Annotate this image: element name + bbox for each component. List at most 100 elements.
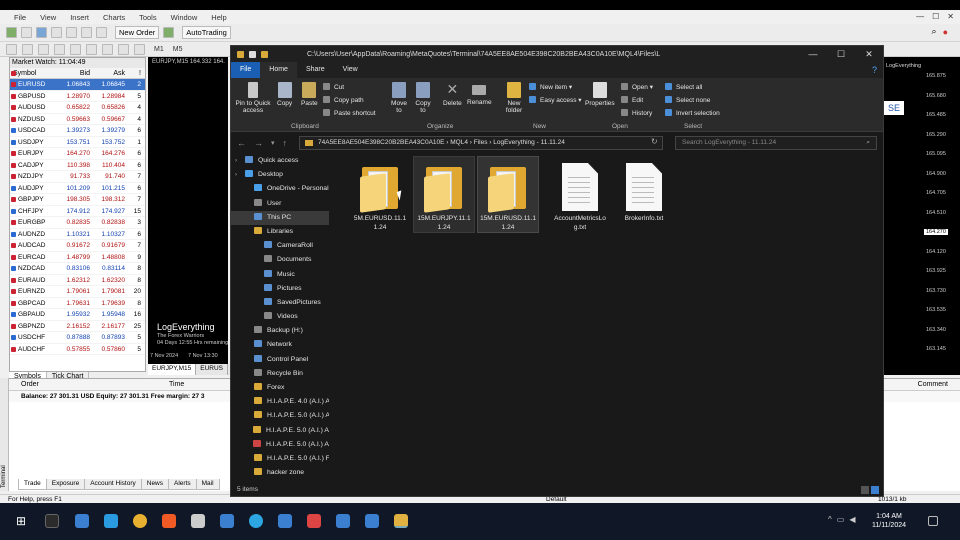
- navigator-icon[interactable]: [66, 27, 77, 38]
- market-watch-row[interactable]: NZDCAD 0.83106 0.83114 8: [10, 263, 145, 275]
- chrome-icon[interactable]: [133, 514, 147, 528]
- paste-button[interactable]: Paste: [301, 82, 318, 107]
- menu-file[interactable]: File: [14, 13, 26, 22]
- nav-item[interactable]: Music: [231, 268, 329, 282]
- history-button[interactable]: History: [621, 109, 652, 117]
- trendline-icon[interactable]: [70, 43, 81, 55]
- market-watch-icon[interactable]: [36, 27, 47, 38]
- forward-arrow-icon[interactable]: →: [254, 138, 263, 148]
- community-icon[interactable]: ●: [943, 27, 948, 37]
- chart-eurjpy[interactable]: EURJPY,M15 164.332 164. LogEverything Th…: [148, 57, 228, 375]
- search-box[interactable]: Search LogEverything - 11.11.24 ⌕: [675, 136, 877, 150]
- nav-item[interactable]: User: [231, 197, 329, 211]
- rename-button[interactable]: Rename: [467, 82, 492, 106]
- terminal-app-icon[interactable]: [45, 514, 59, 528]
- vertical-line-icon[interactable]: [38, 43, 49, 55]
- properties-button[interactable]: Properties: [585, 82, 615, 107]
- crosshair-tool-icon[interactable]: [22, 43, 33, 55]
- channel-icon[interactable]: [86, 43, 97, 55]
- text-tool-icon[interactable]: [118, 43, 129, 55]
- nav-item[interactable]: H.I.A.P.E. 5.0 (A.I.) A: [231, 438, 329, 452]
- chart-tab[interactable]: EURJPY,M15: [148, 364, 197, 375]
- minimize-button[interactable]: —: [799, 46, 827, 62]
- nav-item[interactable]: This PC: [231, 210, 329, 225]
- terminal-tab-mail[interactable]: Mail: [195, 479, 220, 490]
- paste-shortcut-button[interactable]: Paste shortcut: [323, 109, 376, 117]
- market-watch-row[interactable]: AUDCHF 0.57855 0.57860 5: [10, 344, 145, 355]
- market-watch-row[interactable]: CADJPY 110.398 110.404 6: [10, 160, 145, 171]
- market-watch-row[interactable]: AUDUSD 0.65822 0.65826 4: [10, 102, 145, 114]
- pin-quick-access-button[interactable]: Pin to Quick access: [235, 82, 271, 114]
- nav-item[interactable]: › Desktop: [231, 168, 329, 182]
- terminal-icon[interactable]: [81, 27, 92, 38]
- market-watch-row[interactable]: GBPCAD 1.79631 1.79639 8: [10, 298, 145, 309]
- market-watch-row[interactable]: EURCAD 1.48799 1.48808 9: [10, 252, 145, 263]
- clock[interactable]: 1:04 AM 11/11/2024: [872, 512, 906, 530]
- new-folder-quick-icon[interactable]: [261, 50, 268, 58]
- nav-item[interactable]: Pictures: [231, 282, 329, 296]
- new-order-button[interactable]: New Order: [115, 26, 160, 39]
- terminal-tab-alerts[interactable]: Alerts: [168, 479, 197, 490]
- chevron-up-icon[interactable]: ^: [828, 515, 832, 524]
- ea-close-button[interactable]: SE: [884, 101, 904, 115]
- market-watch-row[interactable]: AUDCAD 0.91672 0.91679 7: [10, 240, 145, 252]
- copy-to-button[interactable]: Copy to: [415, 82, 431, 114]
- menu-charts[interactable]: Charts: [103, 13, 125, 22]
- notifications-icon[interactable]: [928, 516, 938, 526]
- nav-item[interactable]: › Quick access: [231, 154, 329, 168]
- menu-tools[interactable]: Tools: [139, 13, 157, 22]
- market-watch-row[interactable]: CHFJPY 174.912 174.927 15: [10, 206, 145, 217]
- tab-share[interactable]: Share: [297, 62, 334, 78]
- menu-view[interactable]: View: [40, 13, 56, 22]
- mt4-window-controls[interactable]: — ☐ ✕: [916, 12, 954, 21]
- nav-item[interactable]: SavedPictures: [231, 296, 329, 310]
- mt4-app-icon[interactable]: [220, 514, 234, 528]
- folder-item[interactable]: 15M.EURUSD.11.11.24: [477, 156, 539, 233]
- app-icon[interactable]: [104, 514, 118, 528]
- easy-access-button[interactable]: Easy access ▾: [529, 96, 582, 104]
- market-watch-row[interactable]: NZDUSD 0.59663 0.59667 4: [10, 114, 145, 125]
- nav-item[interactable]: H.I.A.P.E. 5.0 (A.I.) Ar: [231, 409, 329, 423]
- large-icons-view-icon[interactable]: [871, 486, 879, 494]
- profiles-icon[interactable]: [21, 27, 32, 38]
- app-icon[interactable]: [307, 514, 321, 528]
- select-none-button[interactable]: Select none: [665, 96, 710, 104]
- help-icon[interactable]: ?: [866, 62, 883, 78]
- horizontal-line-icon[interactable]: [54, 43, 65, 55]
- recent-chevron-icon[interactable]: ▾: [271, 139, 275, 147]
- search-icon[interactable]: ⌕: [932, 26, 937, 37]
- market-watch-row[interactable]: GBPJPY 198.305 198.312 7: [10, 194, 145, 206]
- tab-view[interactable]: View: [334, 62, 367, 78]
- mt4-app-icon[interactable]: [336, 514, 350, 528]
- autotrading-icon[interactable]: [163, 27, 175, 38]
- nav-item[interactable]: Documents: [231, 253, 329, 267]
- nav-item[interactable]: H.I.A.P.E. 5.0 (A.I.) A: [231, 424, 329, 438]
- terminal-tab-exposure[interactable]: Exposure: [45, 479, 86, 490]
- market-watch-row[interactable]: EURJPY 164.270 164.276 6: [10, 148, 145, 160]
- address-bar[interactable]: 74A5EE8AE504E398C20B2BEA43C0A10E › MQL4 …: [299, 136, 663, 150]
- chart-price-area[interactable]: LogEverything SE 165.875 165.680 165.485 16…: [884, 57, 960, 375]
- nav-item[interactable]: Control Panel: [231, 353, 329, 367]
- terminal-tab-account-history[interactable]: Account History: [84, 479, 142, 490]
- nav-item[interactable]: Recycle Bin: [231, 367, 329, 381]
- network-icon[interactable]: ▭: [837, 515, 845, 524]
- market-watch-row[interactable]: NZDJPY 91.733 91.740 7: [10, 171, 145, 183]
- strategy-tester-icon[interactable]: [96, 27, 107, 38]
- details-view-icon[interactable]: [861, 486, 869, 494]
- nav-item[interactable]: OneDrive - Personal: [231, 182, 329, 196]
- properties-quick-icon[interactable]: [249, 50, 256, 58]
- expand-chevron-icon[interactable]: ›: [235, 154, 237, 168]
- nav-item[interactable]: Forex: [231, 381, 329, 395]
- volume-icon[interactable]: ◀: [849, 515, 855, 524]
- new-chart-icon[interactable]: [6, 27, 17, 38]
- mt4-app-icon[interactable]: [75, 514, 89, 528]
- col-spread[interactable]: !: [125, 68, 143, 78]
- terminal-tab-trade[interactable]: Trade: [18, 479, 47, 490]
- close-button[interactable]: ✕: [855, 46, 883, 62]
- menu-insert[interactable]: Insert: [70, 13, 89, 22]
- mt4-app-icon[interactable]: [278, 514, 292, 528]
- market-watch-row[interactable]: USDCHF 0.87888 0.87893 5: [10, 332, 145, 344]
- new-folder-button[interactable]: New folder: [503, 82, 525, 114]
- mt4-app-icon[interactable]: [365, 514, 379, 528]
- market-watch-row[interactable]: USDJPY 153.751 153.752 1: [10, 137, 145, 148]
